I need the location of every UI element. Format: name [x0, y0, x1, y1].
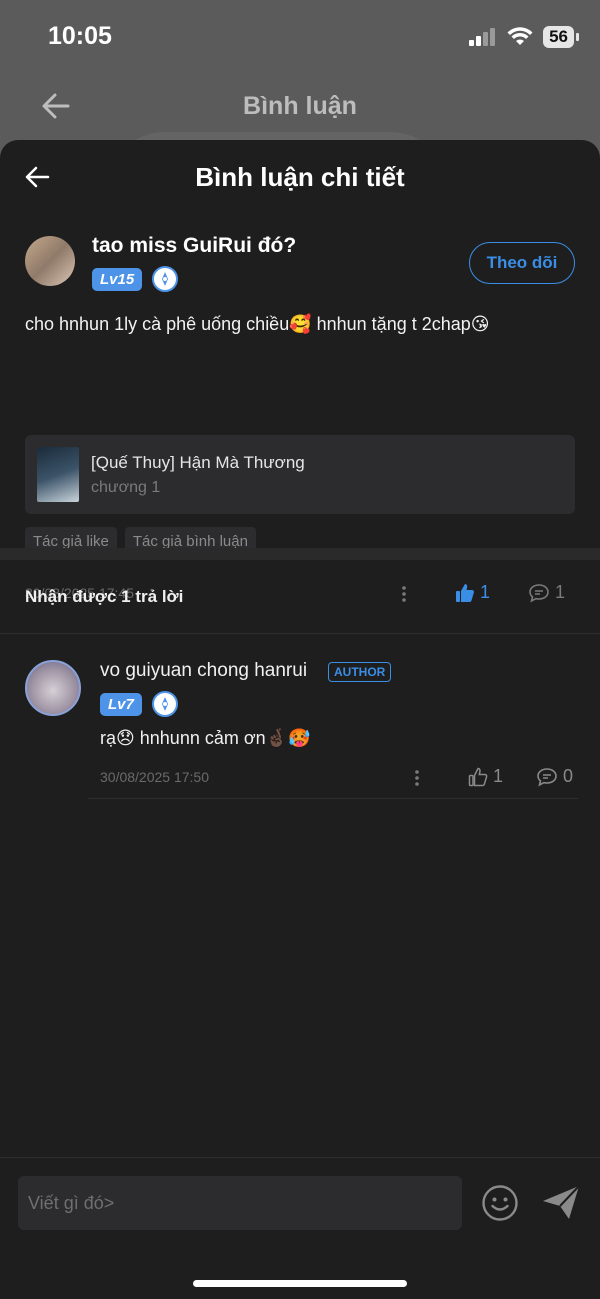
sheet-header: Bình luận chi tiết	[0, 140, 600, 216]
book-title: [Quế Thuy] Hận Mà Thương	[91, 453, 305, 472]
comment-text: cho hnhun 1ly cà phê uống chiều🥰 hnhun t…	[25, 314, 490, 334]
send-icon[interactable]	[541, 1182, 581, 1222]
book-cover	[37, 447, 79, 502]
reply-button[interactable]: 1	[528, 582, 565, 603]
reply-count: 1	[555, 582, 566, 602]
emoji-icon[interactable]	[481, 1184, 519, 1222]
reply-text: rạ😞 hnhunn cảm ơn🤞🏿🥵	[100, 728, 311, 748]
battery-indicator: 56	[543, 26, 579, 48]
reply-badges: Lv7	[100, 691, 178, 717]
thumbs-up-icon	[468, 767, 488, 786]
book-card[interactable]: [Quế Thuy] Hận Mà Thương chương 1	[25, 435, 575, 514]
replies-header: Nhận được 1 trả lời	[25, 587, 184, 606]
divider	[88, 798, 578, 799]
reply-like-button[interactable]: 1	[468, 766, 503, 787]
like-button[interactable]: 1	[455, 582, 490, 603]
reply-reply-count: 0	[563, 766, 574, 786]
medal-icon	[152, 266, 179, 292]
author-badge: AUTHOR	[328, 662, 392, 682]
more-dots-icon[interactable]	[410, 766, 424, 790]
follow-button[interactable]: Theo dõi	[469, 242, 575, 284]
comment-icon	[537, 767, 557, 787]
behind-header: Bình luận	[0, 76, 600, 252]
more-dots-icon[interactable]	[397, 582, 411, 606]
like-count: 1	[480, 582, 491, 602]
comment-icon	[529, 583, 549, 603]
book-chapter: chương 1	[91, 479, 161, 496]
reply-date: 30/08/2025 17:50	[100, 769, 209, 785]
thumbs-up-icon	[456, 583, 474, 602]
page-title: Bình luận chi tiết	[195, 162, 405, 192]
divider	[0, 633, 600, 634]
status-bar: 10:05 56	[0, 0, 600, 76]
avatar[interactable]	[25, 236, 75, 286]
reply-like-count: 1	[493, 766, 504, 786]
medal-icon	[151, 691, 178, 717]
reply-username[interactable]: vo guiyuan chong hanrui	[100, 660, 307, 682]
reply-avatar[interactable]	[25, 660, 81, 716]
reply-reply-button[interactable]: 0	[536, 766, 573, 787]
wifi-icon	[507, 27, 533, 45]
status-icons: 56	[469, 26, 579, 48]
comment-detail-sheet: Bình luận chi tiết tao miss GuiRui đó? L…	[0, 140, 600, 1299]
status-time: 10:05	[48, 22, 112, 50]
level-badge: Lv15	[92, 267, 143, 291]
behind-title: Bình luận	[243, 92, 357, 120]
signal-icon	[469, 28, 496, 46]
user-badges: Lv15	[92, 266, 179, 292]
level-badge: Lv7	[100, 692, 142, 716]
comment-input-bar	[0, 1157, 600, 1299]
comment-username[interactable]: tao miss GuiRui đó?	[92, 234, 296, 258]
home-indicator	[193, 1280, 407, 1287]
comment-input[interactable]	[18, 1176, 462, 1230]
reply-meta: 30/08/2025 17:50 1 0	[100, 766, 580, 790]
section-divider	[0, 548, 600, 560]
